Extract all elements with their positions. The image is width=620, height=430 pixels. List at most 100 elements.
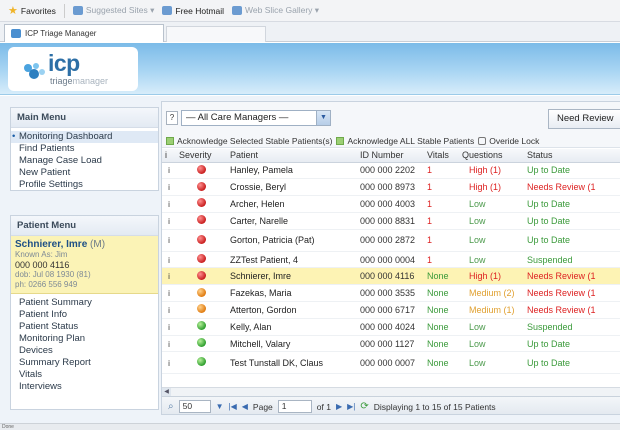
table-row[interactable]: i Carter, Narelle 000 000 8831 1 Low Up to Da…	[162, 212, 620, 230]
column-header-id-number[interactable]: ID Number	[346, 149, 424, 163]
first-page-icon[interactable]: |◀	[229, 402, 237, 411]
column-header-questions[interactable]: Questions	[459, 149, 524, 163]
help-button[interactable]: ?	[166, 111, 178, 125]
table-row[interactable]: i Gorton, Patricia (Pat) 000 000 2872 1 Low U…	[162, 229, 620, 252]
menu-item-monitoring-dashboard[interactable]: Monitoring Dashboard	[11, 131, 158, 143]
row-status-cell: Suspended	[524, 318, 620, 336]
row-info-cell[interactable]: i	[162, 195, 176, 213]
row-patient-cell[interactable]: ZZTest Patient, 4	[227, 251, 346, 269]
table-row[interactable]: i Atterton, Gordon 000 000 6717 None Medium …	[162, 301, 620, 319]
severity-indicator-icon	[197, 287, 206, 297]
table-row[interactable]: i Archer, Helen 000 000 4003 1 Low Up to Date	[162, 195, 620, 213]
menu-item-patient-info[interactable]: Patient Info	[11, 309, 158, 321]
tab-bar: ICP Triage Manager	[0, 22, 620, 42]
info-icon[interactable]: i	[168, 359, 170, 368]
info-icon[interactable]: i	[168, 236, 170, 245]
row-patient-cell[interactable]: Hanley, Pamela	[227, 162, 346, 180]
menu-item-patient-status[interactable]: Patient Status	[11, 321, 158, 333]
care-manager-select[interactable]: — All Care Managers — ▼	[181, 110, 331, 126]
free-hotmail-link[interactable]: Free Hotmail	[162, 6, 224, 16]
row-patient-cell[interactable]: Gorton, Patricia (Pat)	[227, 229, 346, 252]
chevron-down-icon[interactable]: ▼	[216, 402, 224, 411]
column-header-patient[interactable]: Patient	[227, 149, 346, 163]
row-patient-cell[interactable]: Kelly, Alan	[227, 318, 346, 336]
table-row[interactable]: i Crossie, Beryl 000 000 8973 1 High (1) Need…	[162, 178, 620, 197]
table-row[interactable]: i Kelly, Alan 000 000 4024 None Low Suspended	[162, 318, 620, 336]
refresh-icon[interactable]: ⟳	[360, 401, 368, 412]
info-icon[interactable]: i	[168, 340, 170, 349]
row-info-cell[interactable]: i	[162, 351, 176, 375]
row-info-cell[interactable]: i	[162, 229, 176, 252]
menu-item-vitals[interactable]: Vitals	[11, 369, 158, 381]
row-info-cell[interactable]: i	[162, 318, 176, 336]
table-row[interactable]: i Mitchell, Valary 000 000 1127 None Low Up t…	[162, 335, 620, 353]
info-icon[interactable]: i	[168, 217, 170, 226]
table-row[interactable]: i Schnierer, Imre 000 000 4116 None High (1)…	[162, 267, 620, 286]
patient-menu-title: Patient Menu	[11, 216, 158, 236]
override-lock-button[interactable]: Overide Lock	[478, 136, 539, 146]
info-icon[interactable]: i	[168, 256, 170, 265]
row-info-cell[interactable]: i	[162, 162, 176, 180]
prev-page-icon[interactable]: ◀	[242, 402, 248, 411]
row-info-cell[interactable]: i	[162, 267, 176, 286]
info-icon[interactable]: i	[168, 306, 170, 315]
row-info-cell[interactable]: i	[162, 212, 176, 230]
menu-item-devices[interactable]: Devices	[11, 345, 158, 357]
suggested-sites-link[interactable]: Suggested Sites ▾	[72, 5, 154, 16]
row-questions-cell: High (1)	[459, 178, 524, 197]
need-review-button[interactable]: Need Review	[548, 109, 620, 129]
row-patient-cell[interactable]: Atterton, Gordon	[227, 301, 346, 319]
table-row[interactable]: i Test Tunstall DK, Claus 000 000 0007 None…	[162, 351, 620, 375]
row-patient-cell[interactable]: Test Tunstall DK, Claus	[227, 351, 346, 375]
row-info-cell[interactable]: i	[162, 301, 176, 319]
column-header-status[interactable]: Status	[524, 149, 620, 163]
menu-item-profile-settings[interactable]: Profile Settings	[11, 179, 158, 191]
row-patient-cell[interactable]: Schnierer, Imre	[227, 267, 346, 286]
row-info-cell[interactable]: i	[162, 178, 176, 197]
row-patient-cell[interactable]: Crossie, Beryl	[227, 178, 346, 197]
next-page-icon[interactable]: ▶	[336, 402, 342, 411]
ack-all-button[interactable]: Acknowledge ALL Stable Patients	[336, 136, 474, 146]
info-icon[interactable]: i	[168, 289, 170, 298]
patient-name[interactable]: Schnierer, Imre (M)	[15, 239, 154, 250]
menu-item-summary-report[interactable]: Summary Report	[11, 357, 158, 369]
row-patient-cell[interactable]: Mitchell, Valary	[227, 335, 346, 353]
row-info-cell[interactable]: i	[162, 284, 176, 303]
info-icon[interactable]: i	[168, 200, 170, 209]
row-patient-cell[interactable]: Archer, Helen	[227, 195, 346, 213]
column-header-severity[interactable]: Severity	[176, 149, 227, 163]
page-size-select[interactable]: 50	[178, 400, 211, 413]
table-row[interactable]: i ZZTest Patient, 4 000 000 0004 1 Low Suspen…	[162, 251, 620, 269]
web-slice-gallery-link[interactable]: Web Slice Gallery ▾	[232, 5, 319, 16]
menu-item-interviews[interactable]: Interviews	[11, 381, 158, 393]
menu-item-monitoring-plan[interactable]: Monitoring Plan	[11, 333, 158, 345]
info-icon[interactable]: i	[168, 323, 170, 332]
ack-selected-button[interactable]: Acknowledge Selected Stable Patients(s)	[166, 136, 332, 146]
row-info-cell[interactable]: i	[162, 251, 176, 269]
row-patient-cell[interactable]: Carter, Narelle	[227, 212, 346, 230]
table-row[interactable]: i Fazekas, Maria 000 000 3535 None Medium (2…	[162, 284, 620, 303]
new-tab-button[interactable]	[166, 26, 266, 42]
search-icon[interactable]: ⌕	[168, 401, 174, 412]
browser-tab[interactable]: ICP Triage Manager	[4, 24, 164, 42]
row-severity-cell	[176, 351, 227, 375]
horizontal-scrollbar[interactable]: ◀	[162, 387, 620, 397]
menu-item-patient-summary[interactable]: Patient Summary	[11, 297, 158, 309]
menu-item-find-patients[interactable]: Find Patients	[11, 143, 158, 155]
info-icon[interactable]: i	[168, 272, 170, 281]
row-patient-cell[interactable]: Fazekas, Maria	[227, 284, 346, 303]
favorites-button[interactable]: ★ Favorites	[8, 4, 56, 17]
info-icon[interactable]: i	[168, 166, 170, 175]
menu-item-new-patient[interactable]: New Patient	[11, 167, 158, 179]
last-page-icon[interactable]: ▶|	[347, 402, 355, 411]
row-questions-cell: Low	[459, 195, 524, 213]
table-row[interactable]: i Hanley, Pamela 000 000 2202 1 High (1) Up t…	[162, 162, 620, 180]
row-info-cell[interactable]: i	[162, 335, 176, 353]
menu-item-manage-case-load[interactable]: Manage Case Load	[11, 155, 158, 167]
row-vitals-cell: None	[424, 318, 459, 336]
page-number-input[interactable]: 1	[277, 400, 312, 413]
column-header-vitals[interactable]: Vitals	[424, 149, 459, 163]
row-vitals-cell: None	[424, 301, 459, 319]
column-header-info[interactable]: i	[162, 149, 176, 163]
info-icon[interactable]: i	[168, 183, 170, 192]
